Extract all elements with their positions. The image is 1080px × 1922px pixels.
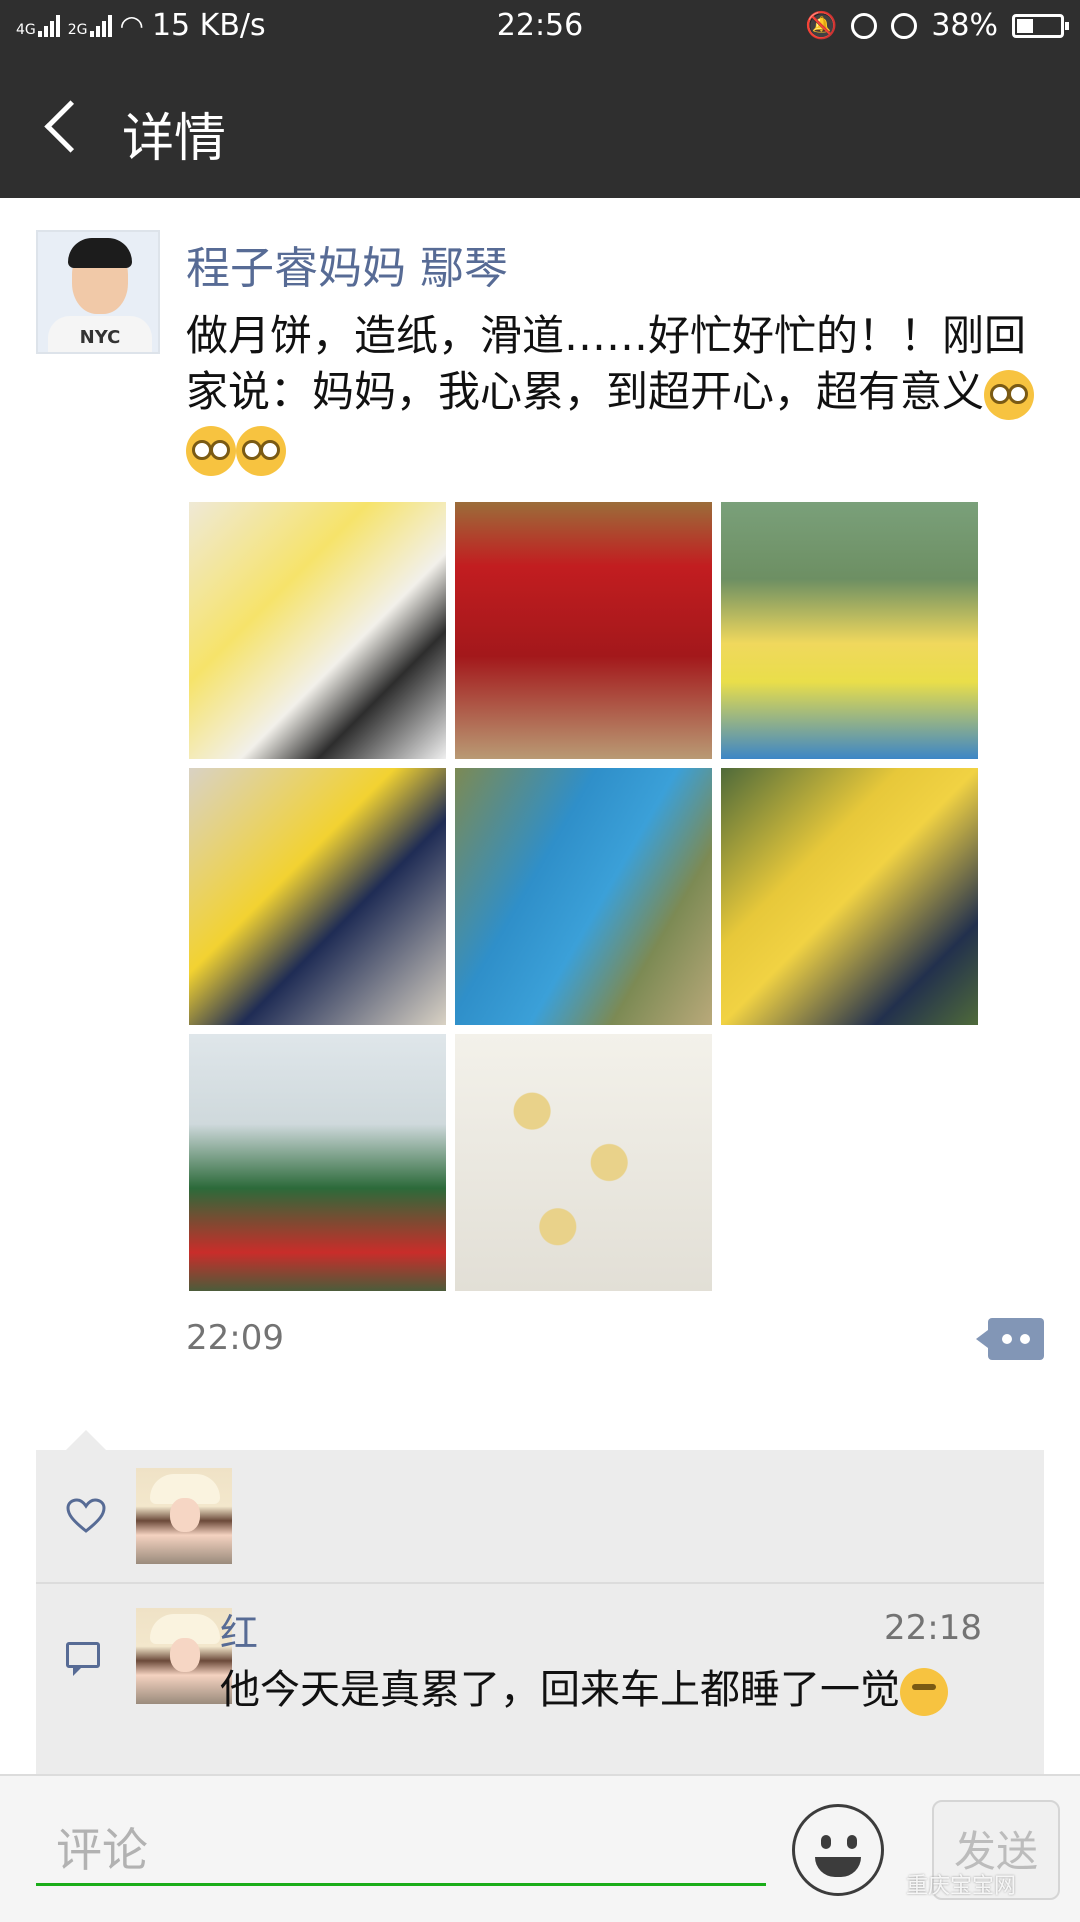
battery-percent: 38% — [931, 8, 998, 43]
commenter-name[interactable]: 红 — [220, 1602, 258, 1657]
likes-row — [36, 1450, 1044, 1584]
photo-7[interactable] — [189, 1034, 446, 1291]
photo-6[interactable] — [721, 768, 978, 1025]
avatar-shirt-text: NYC — [48, 316, 152, 352]
comment-text-label: 他今天是真累了，回来车上都睡了一觉 — [220, 1667, 900, 1713]
comment-timestamp: 22:18 — [884, 1608, 982, 1648]
poster-avatar[interactable]: NYC — [36, 230, 160, 354]
back-arrow-icon[interactable] — [38, 96, 98, 156]
dizzy-face-emoji-icon — [984, 369, 1035, 420]
heart-icon — [66, 1498, 106, 1533]
post-text-line-1: 做月饼，造纸，滑道……好忙好忙的！！刚回 — [186, 311, 1027, 360]
dizzy-face-emoji-icon — [186, 425, 236, 476]
comment-icon — [66, 1642, 100, 1676]
emoji-picker-icon[interactable] — [792, 1804, 884, 1896]
status-right: 🔕 38% — [804, 8, 1069, 43]
commenter-avatar[interactable] — [136, 1608, 232, 1704]
page-title: 详情 — [122, 109, 227, 169]
watermark-logo: 重庆宝宝网 — [906, 1874, 1017, 1899]
photo-1[interactable] — [189, 502, 446, 759]
rotation-lock-icon — [851, 12, 878, 39]
post-text-line-2: 家说：妈妈，我心累，到超开心，超有意义 — [186, 364, 1046, 420]
battery-icon — [1012, 13, 1069, 38]
photo-4[interactable] — [189, 768, 446, 1025]
post-text-line-2-label: 家说：妈妈，我心累，到超开心，超有意义 — [186, 367, 985, 416]
thinking-face-emoji-icon — [900, 1668, 948, 1716]
dizzy-face-emoji-icon — [236, 425, 286, 476]
post-text-line-3 — [186, 420, 1046, 476]
photo-8[interactable] — [455, 1034, 712, 1291]
comment-input[interactable] — [36, 1816, 766, 1886]
photo-5[interactable] — [455, 768, 712, 1025]
comment-text: 他今天是真累了，回来车上都睡了一觉 — [220, 1662, 1010, 1718]
post-text: 做月饼，造纸，滑道……好忙好忙的！！刚回 家说：妈妈，我心累，到超开心，超有意义 — [186, 308, 1046, 476]
more-actions-button[interactable] — [976, 1318, 1044, 1360]
photo-grid — [189, 502, 979, 1291]
mute-icon: 🔕 — [804, 10, 838, 41]
alarm-icon — [891, 12, 918, 39]
photo-2[interactable] — [455, 502, 712, 759]
liker-avatar[interactable] — [136, 1468, 232, 1564]
poster-name[interactable]: 程子睿妈妈 鄢琴 — [186, 232, 508, 296]
nav-bar: 详情 — [0, 56, 1080, 198]
photo-3[interactable] — [721, 502, 978, 759]
post-timestamp: 22:09 — [186, 1318, 284, 1358]
status-bar: 4G 2G ◠ 15 KB/s 22:56 🔕 38% — [0, 0, 1080, 56]
